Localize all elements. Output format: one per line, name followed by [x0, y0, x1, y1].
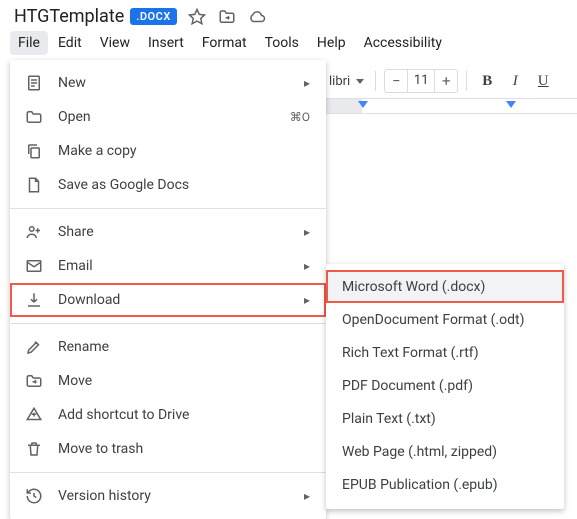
- font-family-label: libri: [329, 74, 350, 89]
- menu-file[interactable]: File: [10, 31, 48, 55]
- email-icon: [24, 256, 44, 276]
- right-indent-marker-icon[interactable]: [506, 101, 516, 108]
- menu-format[interactable]: Format: [194, 31, 255, 55]
- menu-edit[interactable]: Edit: [50, 31, 90, 55]
- submenu-arrow-icon: ▸: [304, 259, 310, 273]
- file-menu-add-shortcut[interactable]: Add shortcut to Drive: [10, 398, 326, 432]
- menu-item-label: Download: [58, 292, 290, 308]
- menu-item-label: Email: [58, 258, 290, 274]
- move-icon: [24, 371, 44, 391]
- folder-icon: [24, 107, 44, 127]
- file-menu-open[interactable]: Open ⌘O: [10, 100, 326, 134]
- cloud-status-icon[interactable]: [247, 7, 267, 27]
- document-icon: [24, 73, 44, 93]
- font-size-value[interactable]: 11: [407, 70, 435, 92]
- indent-marker-icon[interactable]: [358, 101, 368, 108]
- submenu-arrow-icon: ▸: [304, 225, 310, 239]
- move-folder-icon[interactable]: [217, 7, 237, 27]
- menu-item-label: New: [58, 75, 290, 91]
- copy-icon: [24, 141, 44, 161]
- history-icon: [24, 486, 44, 506]
- file-menu-new[interactable]: New ▸: [10, 66, 326, 100]
- docx-badge: .DOCX: [130, 8, 177, 25]
- file-menu-move[interactable]: Move: [10, 364, 326, 398]
- download-option-pdf[interactable]: PDF Document (.pdf): [326, 369, 564, 402]
- submenu-item-label: PDF Document (.pdf): [342, 378, 473, 394]
- menu-item-label: Move to trash: [58, 441, 310, 457]
- ruler[interactable]: [326, 98, 577, 114]
- menu-separator: [10, 208, 326, 209]
- font-family-selector[interactable]: libri: [326, 71, 367, 92]
- download-option-txt[interactable]: Plain Text (.txt): [326, 402, 564, 435]
- submenu-item-label: OpenDocument Format (.odt): [342, 312, 524, 328]
- trash-icon: [24, 439, 44, 459]
- submenu-arrow-icon: ▸: [304, 293, 310, 307]
- menu-item-label: Add shortcut to Drive: [58, 407, 310, 423]
- download-option-docx[interactable]: Microsoft Word (.docx): [326, 270, 564, 303]
- download-icon: [24, 290, 44, 310]
- pencil-icon: [24, 337, 44, 357]
- star-icon[interactable]: [187, 7, 207, 27]
- download-option-rtf[interactable]: Rich Text Format (.rtf): [326, 336, 564, 369]
- file-menu-move-to-trash[interactable]: Move to trash: [10, 432, 326, 466]
- file-menu-version-history[interactable]: Version history ▸: [10, 479, 326, 513]
- submenu-item-label: EPUB Publication (.epub): [342, 477, 498, 493]
- file-menu-download[interactable]: Download ▸: [10, 283, 326, 317]
- menu-item-label: Move: [58, 373, 310, 389]
- submenu-item-label: Rich Text Format (.rtf): [342, 345, 479, 361]
- ruler-margin-shade: [326, 99, 362, 113]
- drive-shortcut-icon: [24, 405, 44, 425]
- file-menu-rename[interactable]: Rename: [10, 330, 326, 364]
- share-icon: [24, 222, 44, 242]
- menu-item-label: Version history: [58, 488, 290, 504]
- menu-help[interactable]: Help: [309, 31, 354, 55]
- download-option-odt[interactable]: OpenDocument Format (.odt): [326, 303, 564, 336]
- font-size-stepper: − 11 +: [384, 69, 458, 93]
- submenu-item-label: Microsoft Word (.docx): [342, 279, 485, 295]
- submenu-arrow-icon: ▸: [304, 76, 310, 90]
- download-option-html[interactable]: Web Page (.html, zipped): [326, 435, 564, 468]
- menu-accessibility[interactable]: Accessibility: [356, 31, 450, 55]
- submenu-item-label: Plain Text (.txt): [342, 411, 436, 427]
- file-menu-email[interactable]: Email ▸: [10, 249, 326, 283]
- menu-item-label: Open: [58, 109, 276, 125]
- menu-item-label: Save as Google Docs: [58, 177, 310, 193]
- toolbar-divider: [375, 71, 376, 91]
- download-submenu: Microsoft Word (.docx) OpenDocument Form…: [326, 264, 564, 509]
- menu-item-label: Make a copy: [58, 143, 310, 159]
- menu-view[interactable]: View: [92, 31, 138, 55]
- google-docs-icon: [24, 175, 44, 195]
- menu-insert[interactable]: Insert: [140, 31, 192, 55]
- menu-separator: [10, 472, 326, 473]
- font-size-decrease-button[interactable]: −: [385, 70, 407, 92]
- file-menu-dropdown: New ▸ Open ⌘O Make a copy Save as Google…: [10, 60, 326, 519]
- file-menu-share[interactable]: Share ▸: [10, 215, 326, 249]
- menu-item-label: Share: [58, 224, 290, 240]
- file-menu-make-copy[interactable]: Make a copy: [10, 134, 326, 168]
- title-bar: HTGTemplate .DOCX: [0, 0, 577, 27]
- bold-button[interactable]: B: [475, 69, 499, 93]
- submenu-item-label: Web Page (.html, zipped): [342, 444, 497, 460]
- download-option-epub[interactable]: EPUB Publication (.epub): [326, 468, 564, 501]
- toolbar: libri − 11 + B I U: [326, 66, 577, 96]
- menu-tools[interactable]: Tools: [257, 31, 307, 55]
- keyboard-shortcut: ⌘O: [290, 110, 310, 124]
- document-title[interactable]: HTGTemplate: [14, 6, 124, 27]
- file-menu-save-as-google-docs[interactable]: Save as Google Docs: [10, 168, 326, 202]
- italic-button[interactable]: I: [503, 69, 527, 93]
- toolbar-divider: [466, 71, 467, 91]
- font-size-increase-button[interactable]: +: [435, 70, 457, 92]
- submenu-arrow-icon: ▸: [304, 489, 310, 503]
- chevron-down-icon: [356, 79, 364, 84]
- menu-bar: File Edit View Insert Format Tools Help …: [0, 27, 577, 59]
- underline-button[interactable]: U: [531, 69, 555, 93]
- menu-separator: [10, 323, 326, 324]
- menu-item-label: Rename: [58, 339, 310, 355]
